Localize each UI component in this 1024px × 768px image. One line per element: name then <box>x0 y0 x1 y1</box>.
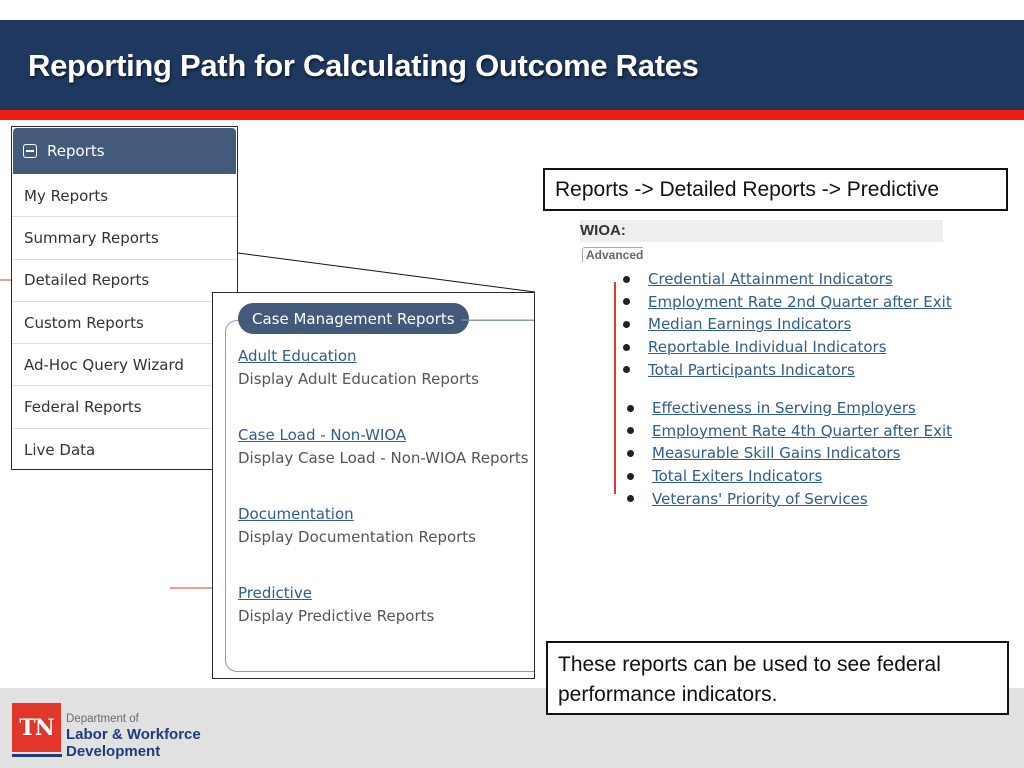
list-item: Credential Attainment Indicators <box>623 268 952 291</box>
slide-title: Reporting Path for Calculating Outcome R… <box>28 48 699 83</box>
link-effectiveness-serving-employers[interactable]: Effectiveness in Serving Employers <box>652 399 916 417</box>
bullet-icon <box>627 449 634 457</box>
wioa-header-bar <box>580 220 943 242</box>
annotation-bracket <box>614 282 616 494</box>
reports-menu: Reports My Reports Summary Reports Detai… <box>11 126 238 470</box>
indicator-list-2: Effectiveness in Serving Employers Emplo… <box>627 397 952 510</box>
link-veterans-priority[interactable]: Veterans' Priority of Services <box>652 490 868 508</box>
list-item: Effectiveness in Serving Employers <box>627 397 952 420</box>
menu-item-label: My Reports <box>24 186 109 205</box>
menu-item-label: Live Data <box>24 440 96 459</box>
collapse-minus-icon[interactable] <box>23 144 37 158</box>
list-item: Employment Rate 2nd Quarter after Exit <box>623 291 952 314</box>
pill-rule <box>461 319 534 321</box>
menu-item-my-reports[interactable]: My Reports <box>12 175 237 218</box>
menu-item-label: Custom Reports <box>24 313 144 332</box>
link-employment-rate-2nd-quarter[interactable]: Employment Rate 2nd Quarter after Exit <box>648 293 952 311</box>
list-item: Median Earnings Indicators <box>623 313 952 336</box>
note-callout: These reports can be used to see federal… <box>546 641 1009 715</box>
menu-item-detailed-reports[interactable]: Detailed Reports <box>12 260 237 302</box>
tn-logo: TN <box>12 703 61 752</box>
bullet-icon <box>627 427 634 435</box>
bullet-icon <box>623 320 630 328</box>
reports-header-label: Reports <box>47 142 105 160</box>
path-callout: Reports -> Detailed Reports -> Predictiv… <box>543 168 1008 211</box>
logo-dept-line1: Department of <box>66 713 139 725</box>
bullet-icon <box>623 275 630 283</box>
accent-stripe <box>0 110 1024 120</box>
note-callout-text: These reports can be used to see federal… <box>558 653 941 706</box>
zoom-line-top <box>237 252 536 293</box>
bullet-icon <box>623 366 630 374</box>
desc-documentation: Display Documentation Reports <box>238 528 477 546</box>
desc-predictive: Display Predictive Reports <box>238 607 435 625</box>
bullet-icon <box>627 472 634 480</box>
list-item: Veterans' Priority of Services <box>627 487 952 510</box>
case-management-panel: Case Management Reports Adult Education … <box>212 292 535 679</box>
list-item: Measurable Skill Gains Indicators <box>627 442 952 465</box>
menu-item-summary-reports[interactable]: Summary Reports <box>12 217 237 260</box>
menu-item-label: Federal Reports <box>24 398 142 417</box>
list-item: Total Participants Indicators <box>623 358 952 381</box>
desc-adult-education: Display Adult Education Reports <box>238 370 479 388</box>
bullet-icon <box>627 404 634 412</box>
link-employment-rate-4th-quarter[interactable]: Employment Rate 4th Quarter after Exit <box>652 422 952 440</box>
list-item: Reportable Individual Indicators <box>623 336 952 359</box>
bullet-icon <box>623 298 630 306</box>
link-total-participants[interactable]: Total Participants Indicators <box>648 361 855 379</box>
link-adult-education[interactable]: Adult Education <box>238 347 357 365</box>
wioa-label: WIOA: <box>580 222 626 239</box>
menu-item-label: Summary Reports <box>24 228 159 247</box>
link-total-exiters[interactable]: Total Exiters Indicators <box>652 467 822 485</box>
indicator-list-1: Credential Attainment Indicators Employm… <box>623 268 952 381</box>
menu-item-custom-reports[interactable]: Custom Reports <box>12 302 237 345</box>
link-reportable-individual[interactable]: Reportable Individual Indicators <box>648 338 887 356</box>
logo-underline <box>12 754 62 757</box>
link-predictive[interactable]: Predictive <box>238 584 312 602</box>
path-callout-text: Reports -> Detailed Reports -> Predictiv… <box>555 177 939 201</box>
list-item: Employment Rate 4th Quarter after Exit <box>627 420 952 443</box>
logo-dept-line3: Development <box>66 743 161 760</box>
link-case-load-non-wioa[interactable]: Case Load - Non-WIOA <box>238 426 406 444</box>
bullet-icon <box>627 495 634 503</box>
advanced-tag-label: Advanced <box>586 248 644 262</box>
link-documentation[interactable]: Documentation <box>238 505 354 523</box>
reports-menu-header[interactable]: Reports <box>13 128 236 174</box>
bullet-icon <box>623 343 630 351</box>
menu-item-live-data[interactable]: Live Data <box>12 429 237 471</box>
menu-item-ad-hoc-query-wizard[interactable]: Ad-Hoc Query Wizard <box>12 344 237 387</box>
link-median-earnings[interactable]: Median Earnings Indicators <box>648 315 851 333</box>
logo-dept-line2: Labor & Workforce <box>66 726 201 743</box>
link-credential-attainment[interactable]: Credential Attainment Indicators <box>648 270 893 288</box>
menu-item-label: Ad-Hoc Query Wizard <box>24 355 184 374</box>
menu-item-label: Detailed Reports <box>24 271 150 290</box>
desc-case-load-non-wioa: Display Case Load - Non-WIOA Reports <box>238 449 529 467</box>
link-measurable-skill-gains[interactable]: Measurable Skill Gains Indicators <box>652 444 900 462</box>
list-item: Total Exiters Indicators <box>627 465 952 488</box>
menu-item-federal-reports[interactable]: Federal Reports <box>12 386 237 429</box>
advanced-tag[interactable]: Advanced <box>582 247 644 262</box>
